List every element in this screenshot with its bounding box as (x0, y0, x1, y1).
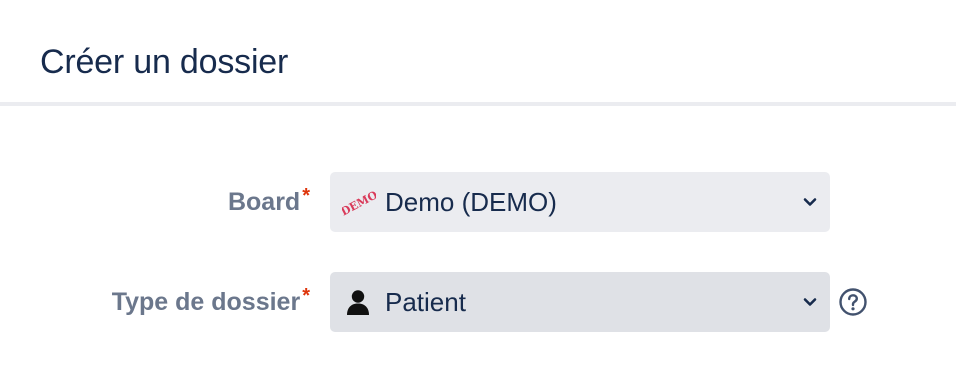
board-label: Board * (228, 172, 310, 232)
type-label-text: Type de dossier (111, 288, 301, 316)
help-icon[interactable] (838, 287, 868, 317)
dialog-header: Créer un dossier (0, 0, 956, 106)
demo-stamp-text: DEMO (342, 188, 376, 218)
user-icon (347, 290, 369, 315)
board-field: Board * DEMO Demo (DEMO) (0, 172, 956, 232)
board-label-text: Board (227, 188, 301, 216)
board-select[interactable]: DEMO Demo (DEMO) (330, 172, 830, 232)
type-select[interactable]: Patient (330, 272, 830, 332)
board-select-value: Demo (DEMO) (385, 187, 557, 217)
type-select-value: Patient (385, 287, 466, 317)
type-label: Type de dossier * (112, 272, 310, 332)
required-marker: * (302, 185, 310, 207)
required-marker: * (302, 285, 310, 307)
chevron-down-icon (803, 298, 817, 306)
demo-stamp-icon: DEMO (342, 188, 376, 218)
chevron-down-icon (803, 198, 817, 206)
type-field: Type de dossier * Patient (0, 272, 956, 332)
dialog-title: Créer un dossier (40, 43, 289, 81)
